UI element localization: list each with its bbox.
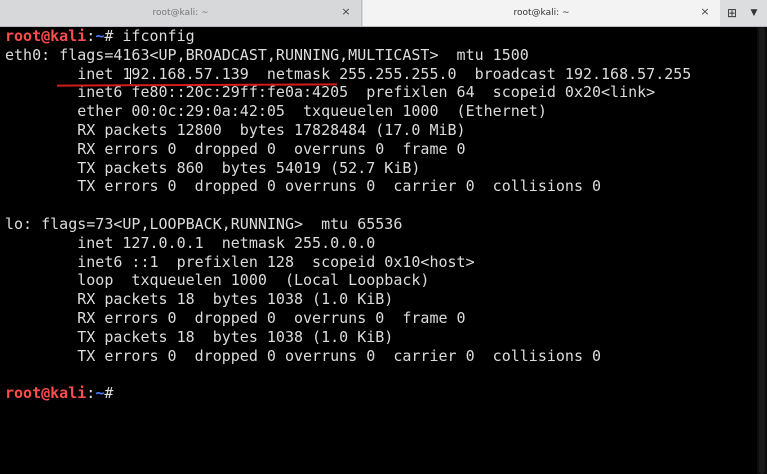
- command-line: root@kali:~# ifconfig: [5, 27, 195, 46]
- mouse-text-cursor: [130, 68, 137, 84]
- tab-menu-icon[interactable]: ▼: [744, 3, 764, 23]
- tab-inactive[interactable]: root@kali: ~ ×: [0, 0, 362, 26]
- scrollbar[interactable]: [757, 27, 767, 474]
- prompt-path: ~: [95, 384, 105, 403]
- prompt-sign: #: [104, 384, 114, 403]
- output-line: RX errors 0 dropped 0 overruns 0 frame 0: [5, 309, 466, 327]
- output-line: TX packets 860 bytes 54019 (52.7 KiB): [5, 158, 421, 177]
- output-line: ether 00:0c:29:0a:42:05 txqueuelen 1000 …: [5, 102, 547, 121]
- new-tab-icon[interactable]: ⊞: [722, 3, 742, 23]
- prompt-user: root@kali: [5, 384, 87, 403]
- output-line: TX packets 18 bytes 1038 (1.0 KiB): [5, 327, 394, 346]
- close-tab-icon[interactable]: ×: [698, 5, 712, 19]
- output-line: eth0: flags=4163<UP,BROADCAST,RUNNING,MU…: [5, 45, 529, 64]
- tab-title: root@kali: ~: [513, 8, 570, 18]
- output-line: inet 192.168.57.139 netmask 255.255.255.…: [5, 64, 692, 83]
- command-text: ifconfig: [113, 27, 195, 45]
- prompt-separator: :: [86, 27, 96, 45]
- prompt-path: ~: [95, 27, 105, 45]
- terminal-window: root@kali: ~ × root@kali: ~ × ⊞ ▼ root@k…: [0, 0, 767, 474]
- output-line: inet 127.0.0.1 netmask 255.0.0.0: [5, 233, 376, 252]
- terminal-output[interactable]: root@kali:~# ifconfig eth0: flags=4163<U…: [0, 27, 757, 474]
- prompt-user: root@kali: [5, 27, 87, 45]
- output-line: RX errors 0 dropped 0 overruns 0 frame 0: [5, 139, 466, 158]
- tab-title: root@kali: ~: [152, 8, 209, 18]
- prompt-separator: :: [86, 384, 96, 403]
- output-line: lo: flags=73<UP,LOOPBACK,RUNNING> mtu 65…: [5, 215, 403, 233]
- scrollbar-thumb[interactable]: [759, 27, 765, 474]
- tab-bar: root@kali: ~ × root@kali: ~ × ⊞ ▼: [0, 0, 767, 27]
- close-tab-icon[interactable]: ×: [339, 5, 353, 19]
- tab-active[interactable]: root@kali: ~ ×: [363, 0, 720, 26]
- output-line: RX packets 12800 bytes 17828484 (17.0 Mi…: [5, 121, 466, 139]
- output-line: RX packets 18 bytes 1038 (1.0 KiB): [5, 290, 394, 309]
- output-line: TX errors 0 dropped 0 overruns 0 carrier…: [5, 346, 602, 365]
- output-line: inet6 ::1 prefixlen 128 scopeid 0x10<hos…: [5, 252, 475, 271]
- prompt-line[interactable]: root@kali:~#: [5, 384, 113, 403]
- output-line: loop txqueuelen 1000 (Local Loopback): [5, 271, 430, 290]
- output-line: TX errors 0 dropped 0 overruns 0 carrier…: [5, 177, 602, 196]
